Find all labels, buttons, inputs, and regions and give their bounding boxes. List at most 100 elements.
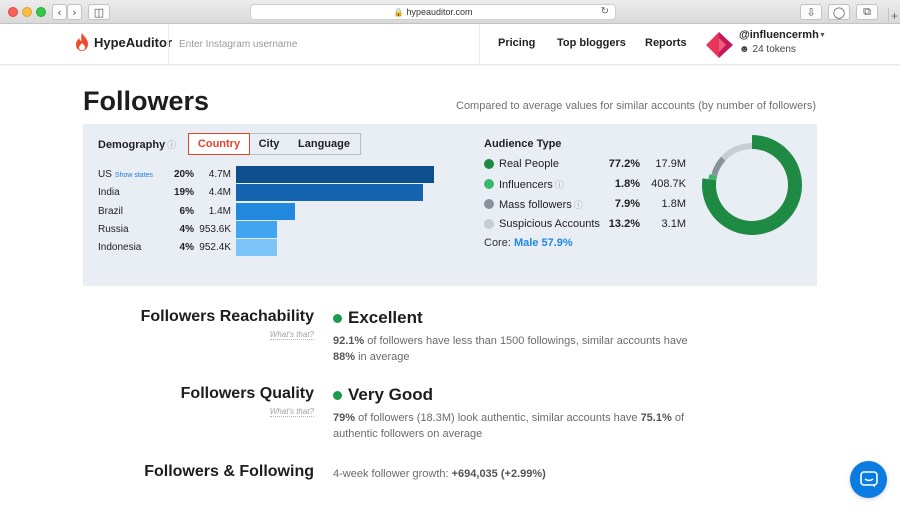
page-title: Followers [83, 86, 210, 116]
legend-swatch [484, 159, 494, 169]
country-bar [236, 203, 295, 220]
country-count: 952.4K [199, 242, 231, 253]
lock-icon: 🔒 [393, 7, 404, 17]
tab-language[interactable]: Language [288, 134, 360, 154]
country-name: Indonesia [98, 242, 142, 253]
quality-pct: 79% [333, 412, 356, 424]
chat-icon [859, 471, 878, 488]
donut-slice-real-people [702, 135, 802, 235]
avatar [706, 32, 733, 58]
reachability-pct-avg: 88% [333, 351, 356, 363]
country-pct: 4% [179, 224, 194, 235]
country-name: Brazil [98, 206, 124, 217]
country-label: US [98, 169, 112, 180]
help-icon[interactable]: ⓘ [555, 180, 564, 190]
donut-slice-suspicious-accounts [721, 143, 752, 161]
audience-count: 3.1M [661, 218, 686, 230]
back-icon[interactable]: ‹ [52, 4, 67, 20]
download-icon[interactable]: ⇩ [800, 4, 822, 20]
country-row: Indonesia 4% 952.4K [98, 239, 428, 257]
nav-reports[interactable]: Reports [645, 37, 687, 49]
country-name: Russia [98, 224, 129, 235]
audience-pct: 7.9% [614, 198, 640, 210]
audience-pct: 13.2% [608, 218, 640, 230]
audience-label-wrap: Mass followers ⓘ [499, 198, 583, 211]
country-count: 1.4M [208, 206, 231, 217]
demography-tabs: Country City Language [188, 133, 361, 155]
quality-status-text: Very Good [348, 385, 434, 404]
legend-swatch [484, 199, 494, 209]
audience-count: 408.7K [651, 178, 686, 190]
tabs-overview-icon[interactable]: ⧉ [856, 4, 878, 20]
chat-button[interactable] [850, 461, 887, 498]
demography-heading: Demography ⓘ [98, 138, 176, 151]
sidebar-toggle-icon[interactable]: ◫ [88, 4, 110, 20]
nav-pricing[interactable]: Pricing [498, 37, 535, 49]
follower-growth: 4-week follower growth: +694,035 (+2.99%… [333, 468, 546, 480]
logo-text: HypeAuditor [94, 34, 172, 50]
audience-count: 1.8M [661, 198, 686, 210]
audience-pct: 1.8% [614, 178, 640, 190]
quality-text-mid: of followers (18.3M) look authentic, sim… [355, 412, 641, 424]
core-value: Male 57.9% [513, 237, 573, 249]
audience-label: Influencers [499, 179, 553, 191]
country-row: US Show states 20% 4.7M [98, 166, 434, 184]
country-name: India [98, 187, 120, 198]
reload-icon[interactable]: ↻ [601, 6, 609, 17]
search-input[interactable] [179, 38, 469, 50]
country-pct: 4% [179, 242, 194, 253]
audience-row: Real People 77.2% 17.9M [484, 156, 694, 172]
address-bar[interactable]: 🔒 hypeauditor.com ↻ [250, 4, 616, 20]
zoom-window-button[interactable] [36, 7, 46, 17]
help-icon[interactable]: ⓘ [574, 200, 583, 210]
legend-swatch [484, 219, 494, 229]
chevron-down-icon[interactable]: ▼ [819, 32, 826, 39]
donut-slice-mass-followers [711, 156, 726, 177]
reachability-heading: Followers Reachability [140, 308, 314, 325]
country-bar [236, 221, 277, 238]
growth-label: 4-week follower growth: [333, 468, 452, 480]
reachability-text-mid: of followers have less than 1500 followi… [364, 335, 688, 347]
reachability-text: 92.1% of followers have less than 1500 f… [333, 333, 693, 365]
country-bar [236, 166, 434, 183]
reachability-status: Excellent [333, 308, 423, 328]
whats-that-link[interactable]: What's that? [269, 330, 314, 340]
audience-row: Influencers ⓘ 1.8% 408.7K [484, 176, 694, 192]
demography-panel: Demography ⓘ Country City Language US Show… [83, 124, 817, 286]
country-count: 4.7M [208, 169, 231, 180]
country-count: 953.6K [199, 224, 231, 235]
country-bar [236, 239, 277, 256]
country-bar [236, 184, 423, 201]
close-window-button[interactable] [8, 7, 18, 17]
country-pct: 20% [173, 169, 194, 180]
tab-country[interactable]: Country [188, 133, 250, 155]
core-audience: Core: Male 57.9% [484, 237, 573, 249]
audience-label: Real People [499, 158, 559, 170]
reachability-pct: 92.1% [333, 335, 365, 347]
token-balance: ☻ 24 tokens [739, 44, 796, 55]
new-tab-icon[interactable]: + [888, 8, 900, 24]
forward-icon[interactable]: › [67, 4, 82, 20]
quality-text: 79% of followers (18.3M) look authentic,… [333, 410, 693, 442]
whats-that-link[interactable]: What's that? [269, 407, 314, 417]
country-name: US Show states [98, 169, 153, 180]
audience-label: Suspicious Accounts [499, 218, 600, 230]
help-icon[interactable]: ⓘ [167, 140, 176, 150]
quality-heading: Followers Quality [180, 385, 314, 402]
audience-type-heading: Audience Type [484, 138, 562, 150]
tab-city[interactable]: City [250, 134, 288, 154]
show-states-link[interactable]: Show states [115, 172, 153, 179]
reachability-status-text: Excellent [348, 308, 423, 327]
growth-value: +694,035 (+2.99%) [451, 468, 546, 480]
compare-note: Compared to average values for similar a… [456, 100, 817, 112]
country-pct: 6% [179, 206, 194, 217]
logo[interactable]: HypeAuditor [75, 33, 172, 51]
quality-status: Very Good [333, 385, 433, 405]
audience-row: Mass followers ⓘ 7.9% 1.8M [484, 196, 694, 212]
pocket-icon[interactable]: ◯ [828, 4, 850, 20]
search-box[interactable] [168, 24, 480, 64]
legend-swatch [484, 179, 494, 189]
minimize-window-button[interactable] [22, 7, 32, 17]
country-row: Russia 4% 953.6K [98, 221, 428, 239]
nav-top-bloggers[interactable]: Top bloggers [557, 37, 626, 49]
